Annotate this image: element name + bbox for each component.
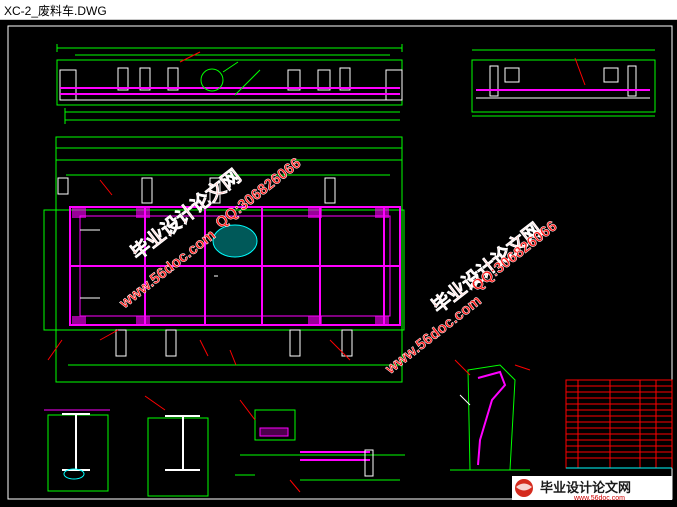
cad-drawing-canvas[interactable]: 毕业设计论文网 www.56doc.com QQ:306826066 毕业设计论… <box>0 20 677 507</box>
site-logo-badge: 毕业设计论文网 www.56doc.com <box>512 476 672 502</box>
globe-icon <box>515 479 533 497</box>
drawing-viewport[interactable]: 毕业设计论文网 www.56doc.com QQ:306826066 毕业设计论… <box>0 20 677 507</box>
side-elevation-view <box>471 49 656 117</box>
watermark-right-qq: QQ:306826066 <box>468 217 560 295</box>
window-title: XC-2_废料车.DWG <box>4 4 107 18</box>
section-detail-3 <box>235 399 405 493</box>
logo-site-name: 毕业设计论文网 <box>540 480 631 495</box>
logo-site-url: www.56doc.com <box>573 495 625 502</box>
hopper-detail <box>450 359 531 471</box>
section-detail-1 <box>44 409 110 492</box>
front-elevation-view <box>56 44 403 124</box>
watermark-qq-right: QQ:306826066 <box>468 218 560 295</box>
window-title-bar: XC-2_废料车.DWG <box>0 0 677 20</box>
section-detail-2 <box>144 395 209 497</box>
parts-list-table <box>565 379 673 469</box>
